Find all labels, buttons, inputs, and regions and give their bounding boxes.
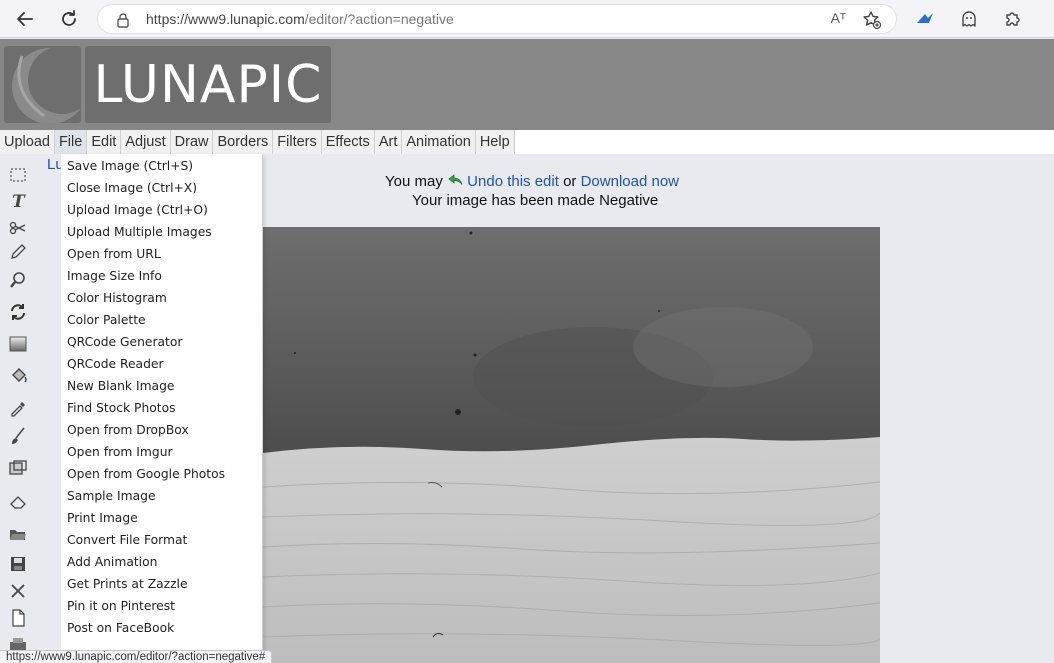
menu-filters[interactable]: Filters — [273, 130, 322, 154]
eyedropper-icon[interactable] — [8, 398, 28, 418]
file-menu-item[interactable]: New Blank Image — [67, 379, 174, 393]
file-menu-dropdown: Save Image (Ctrl+S) Close Image (Ctrl+X) U… — [61, 154, 263, 663]
link-status-bar: https://www9.lunapic.com/editor/?action=… — [0, 650, 273, 663]
open-folder-icon[interactable] — [8, 524, 28, 544]
extension-blue-icon[interactable] — [913, 7, 937, 31]
undo-link[interactable]: Undo this edit — [467, 173, 559, 190]
menu-edit[interactable]: Edit — [87, 130, 122, 154]
file-menu-item[interactable]: Get Prints at Zazzle — [67, 577, 188, 591]
image-canvas[interactable] — [263, 227, 880, 663]
file-menu-item[interactable]: Pin it on Pinterest — [67, 599, 175, 613]
favorite-star-icon[interactable] — [862, 10, 882, 34]
rotate-icon[interactable] — [8, 302, 28, 322]
file-menu-item[interactable]: Close Image (Ctrl+X) — [67, 181, 197, 195]
message-or: or — [563, 173, 577, 190]
svg-text:T: T — [12, 192, 26, 210]
gradient-icon[interactable] — [8, 334, 28, 354]
tool-sidebar: T — [0, 156, 36, 663]
logo-crescent-icon[interactable] — [4, 46, 81, 123]
file-menu-item[interactable]: Convert File Format — [67, 533, 187, 547]
read-aloud-icon[interactable]: Aᵀ — [831, 10, 846, 26]
main-menubar: Upload File Edit Adjust Draw Borders Filters Ef… — [0, 130, 515, 154]
menu-draw[interactable]: Draw — [171, 130, 214, 154]
close-x-icon[interactable] — [8, 581, 28, 601]
text-icon[interactable]: T — [8, 191, 28, 211]
crop-icon[interactable] — [8, 458, 28, 478]
file-menu-item[interactable]: Open from URL — [67, 247, 161, 261]
url-text[interactable]: https://www9.lunapic.com/editor/?action=… — [146, 11, 454, 27]
menu-animation[interactable]: Animation — [402, 130, 476, 154]
file-menu-item[interactable]: QRCode Generator — [67, 335, 182, 349]
file-menu-item[interactable]: Open from Imgur — [67, 445, 173, 459]
paint-bucket-icon[interactable] — [8, 366, 28, 386]
file-menu-item[interactable]: Upload Multiple Images — [67, 225, 212, 239]
file-menu-item[interactable]: Open from DropBox — [67, 423, 189, 437]
zoom-icon[interactable] — [8, 270, 28, 290]
file-menu-item[interactable]: Color Histogram — [67, 291, 167, 305]
file-menu-item[interactable]: Post on FaceBook — [67, 621, 174, 635]
file-menu-item[interactable]: Print Image — [67, 511, 138, 525]
extensions-puzzle-icon[interactable] — [1001, 7, 1025, 31]
new-file-icon[interactable] — [8, 608, 28, 628]
file-menu-item[interactable]: Add Animation — [67, 555, 157, 569]
lock-icon[interactable] — [116, 12, 130, 32]
save-disk-icon[interactable] — [8, 554, 28, 574]
file-menu-item[interactable]: Sample Image — [67, 489, 156, 503]
eraser-icon[interactable] — [8, 492, 28, 512]
reload-icon[interactable] — [56, 6, 82, 32]
browser-toolbar: https://www9.lunapic.com/editor/?action=… — [0, 0, 1054, 38]
logo-text[interactable]: LUNAPIC — [85, 46, 331, 123]
address-bar[interactable]: https://www9.lunapic.com/editor/?action=… — [97, 4, 897, 34]
menu-borders[interactable]: Borders — [213, 130, 274, 154]
undo-arrow-icon[interactable] — [447, 173, 463, 187]
menu-upload[interactable]: Upload — [0, 130, 55, 154]
result-message: Your image has been made Negative — [412, 192, 659, 209]
scissors-icon[interactable] — [8, 218, 28, 238]
message-prefix: You may — [385, 173, 443, 190]
file-menu-item[interactable]: Color Palette — [67, 313, 146, 327]
screen: https://www9.lunapic.com/editor/?action=… — [0, 0, 1054, 663]
file-menu-item[interactable]: Open from Google Photos — [67, 467, 225, 481]
file-menu-item[interactable]: Image Size Info — [67, 269, 162, 283]
menu-adjust[interactable]: Adjust — [121, 130, 171, 154]
menu-effects[interactable]: Effects — [322, 130, 375, 154]
file-menu-item[interactable]: QRCode Reader — [67, 357, 164, 371]
download-link[interactable]: Download now — [581, 173, 679, 190]
back-icon[interactable] — [12, 6, 38, 32]
site-header: LUNAPIC — [0, 39, 1054, 130]
select-icon[interactable] — [8, 165, 28, 185]
file-menu-item[interactable]: Save Image (Ctrl+S) — [67, 159, 193, 173]
brush-icon[interactable] — [8, 426, 28, 446]
ghost-extension-icon[interactable] — [957, 7, 981, 31]
menu-art[interactable]: Art — [375, 130, 403, 154]
menu-help[interactable]: Help — [476, 130, 515, 154]
menu-file[interactable]: File — [54, 130, 88, 154]
file-menu-item[interactable]: Find Stock Photos — [67, 401, 176, 415]
pencil-icon[interactable] — [8, 242, 28, 262]
status-message: You may Undo this edit or Download now — [385, 173, 679, 190]
file-menu-item[interactable]: Upload Image (Ctrl+O) — [67, 203, 208, 217]
